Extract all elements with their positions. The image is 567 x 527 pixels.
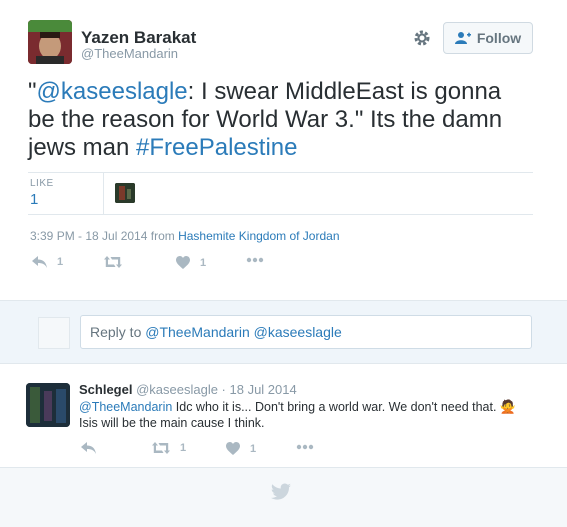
likes-label: LIKE bbox=[30, 178, 54, 189]
tweet-text-prefix: " bbox=[28, 78, 37, 105]
author-avatar[interactable] bbox=[28, 20, 72, 64]
reply-text-body-2: Isis will be the main cause I think. bbox=[79, 416, 265, 430]
reply-icon bbox=[32, 256, 47, 268]
divider bbox=[103, 172, 104, 214]
reply-author: Schlegel @kaseeslagle · 18 Jul 2014 bbox=[79, 382, 297, 397]
tweet-timestamp: 3:39 PM - 18 Jul 2014 from Hashemite Kin… bbox=[30, 229, 340, 243]
reply-more-action[interactable] bbox=[296, 444, 314, 450]
retweet-action[interactable] bbox=[104, 256, 122, 268]
reply-retweet-count: 1 bbox=[180, 442, 187, 454]
like-action[interactable]: 1 bbox=[176, 256, 206, 269]
reply-like-action[interactable]: 1 bbox=[226, 442, 256, 455]
tweet-mention-link[interactable]: @kaseeslagle bbox=[37, 78, 188, 105]
timestamp-text[interactable]: 3:39 PM - 18 Jul 2014 from bbox=[30, 229, 178, 243]
gear-icon[interactable] bbox=[412, 28, 432, 48]
person-add-icon bbox=[454, 32, 471, 44]
reply-reply-action[interactable] bbox=[81, 442, 96, 454]
reply-text-body: Idc who it is... Don't bring a world war… bbox=[172, 400, 500, 414]
more-icon bbox=[296, 444, 314, 450]
liker-avatar[interactable] bbox=[115, 183, 135, 203]
more-icon bbox=[246, 257, 264, 263]
likes-count[interactable]: 1 bbox=[30, 191, 38, 208]
reply-mentions: @TheeMandarin @kaseeslagle bbox=[145, 324, 342, 340]
heart-icon bbox=[226, 442, 240, 455]
like-count: 1 bbox=[200, 256, 207, 269]
tweet-hashtag-link[interactable]: #FreePalestine bbox=[136, 134, 297, 161]
reply-prefix: Reply to bbox=[90, 324, 146, 340]
follow-label: Follow bbox=[476, 30, 522, 46]
reply-retweet-action[interactable]: 1 bbox=[152, 442, 186, 454]
reply-text: @TheeMandarin Idc who it is... Don't bri… bbox=[79, 399, 539, 431]
reply-like-count: 1 bbox=[250, 442, 257, 455]
author-handle[interactable]: @TheeMandarin bbox=[81, 46, 178, 61]
reply-mention-link[interactable]: @TheeMandarin bbox=[79, 400, 172, 414]
reply-icon bbox=[81, 442, 96, 454]
reply-author-avatar[interactable] bbox=[26, 383, 70, 427]
place-link[interactable]: Hashemite Kingdom of Jordan bbox=[178, 229, 339, 243]
divider bbox=[28, 214, 533, 215]
reply-author-name[interactable]: Schlegel bbox=[79, 382, 132, 397]
twitter-bird-icon bbox=[270, 483, 291, 501]
author-name[interactable]: Yazen Barakat bbox=[81, 28, 196, 48]
person-gesturing-no-emoji: 🙅 bbox=[499, 399, 517, 414]
tweet-text: "@kaseeslagle: I swear MiddleEast is gon… bbox=[28, 78, 528, 162]
retweet-icon bbox=[152, 442, 170, 454]
heart-icon bbox=[176, 256, 190, 269]
reply-input[interactable]: Reply to @TheeMandarin @kaseeslagle bbox=[80, 315, 532, 349]
retweet-icon bbox=[104, 256, 122, 268]
more-action[interactable] bbox=[246, 257, 264, 263]
follow-button[interactable]: Follow bbox=[443, 22, 533, 54]
current-user-avatar bbox=[38, 317, 70, 349]
reply-action[interactable]: 1 bbox=[32, 256, 63, 268]
reply-meta[interactable]: @kaseeslagle · 18 Jul 2014 bbox=[136, 382, 297, 397]
reply-count: 1 bbox=[57, 256, 64, 268]
reply-compose-area: Reply to @TheeMandarin @kaseeslagle bbox=[0, 300, 567, 364]
